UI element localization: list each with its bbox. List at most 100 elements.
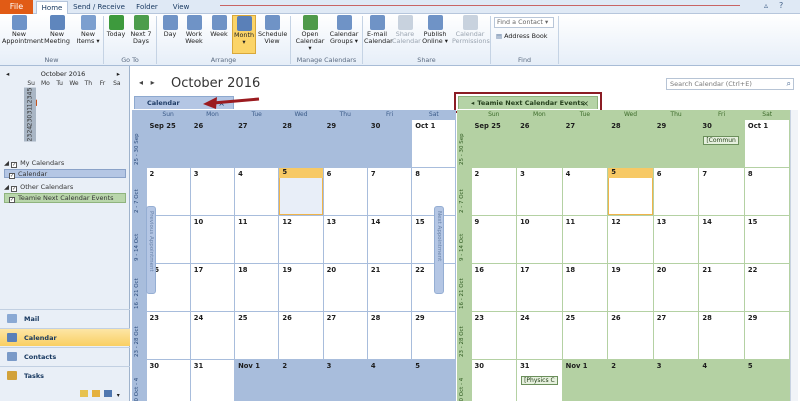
day-cell[interactable]: 29 <box>412 312 456 359</box>
email-calendar-button[interactable]: E-mail Calendar <box>364 15 393 45</box>
day-cell[interactable]: 14 <box>699 216 744 263</box>
day-cell[interactable]: 31 [Physics C <box>517 360 562 401</box>
day-cell[interactable]: 7 <box>367 168 412 215</box>
day-cell[interactable]: Nov 1 <box>235 360 278 401</box>
day-cell[interactable]: 19 <box>608 264 653 311</box>
search-icon[interactable]: ⌕ <box>787 79 791 89</box>
day-cell[interactable]: Nov 1 <box>563 360 608 401</box>
tab-folder[interactable]: Folder <box>130 1 164 14</box>
previous-appointment-button[interactable]: Previous Appointment <box>146 206 156 294</box>
week-range-label[interactable]: 16 - 21 Oct <box>134 266 140 309</box>
day-cell[interactable]: 26 <box>279 312 323 359</box>
other-calendars-group[interactable]: ◢ ✓ Other Calendars <box>4 183 73 192</box>
day-cell[interactable]: 28 <box>279 120 322 167</box>
next-appointment-button[interactable]: Next Appointment <box>434 206 444 294</box>
day-cell[interactable]: 10 <box>190 216 235 263</box>
day-cell[interactable]: 18 <box>235 264 279 311</box>
today-cell-body[interactable] <box>279 178 323 215</box>
day-cell[interactable]: 13 <box>323 216 367 263</box>
week-range-label[interactable]: 16 - 21 Oct <box>459 266 465 309</box>
publish-online-button[interactable]: Publish Online ▾ <box>420 15 450 45</box>
day-cell[interactable]: 3 <box>190 168 235 215</box>
other-calendars-checkbox-icon[interactable]: ✓ <box>11 186 18 192</box>
day-cell[interactable]: 29 <box>324 120 367 167</box>
week-range-label[interactable]: 9 - 14 Oct <box>459 218 465 261</box>
week-range-label[interactable]: 30 Oct - 4 <box>459 362 465 401</box>
next-month-icon[interactable]: ▸ <box>151 78 155 87</box>
day-cell[interactable]: 15 <box>744 216 790 263</box>
day-cell[interactable]: 7 <box>699 168 744 215</box>
day-cell[interactable]: 31 <box>190 360 235 401</box>
day-cell[interactable]: 3 <box>324 360 367 401</box>
month-view-button[interactable]: Month ▾ <box>232 15 256 54</box>
day-cell[interactable]: 22 <box>744 264 790 311</box>
day-cell[interactable]: 23 <box>471 312 517 359</box>
day-cell[interactable]: 24 <box>190 312 235 359</box>
day-cell[interactable]: 18 <box>562 264 608 311</box>
day-cell[interactable]: Oct 1 <box>744 120 790 167</box>
day-cell[interactable]: 17 <box>517 264 562 311</box>
day-cell[interactable]: 28 <box>608 120 653 167</box>
folder-icon[interactable] <box>92 390 101 397</box>
day-cell[interactable]: 12 <box>279 216 323 263</box>
calendar-groups-button[interactable]: Calendar Groups ▾ <box>328 15 360 45</box>
week-range-label[interactable]: 25 - 30 Sep <box>134 122 140 165</box>
nav-tasks-button[interactable]: Tasks <box>0 366 130 384</box>
tab-send-receive[interactable]: Send / Receive <box>72 1 126 14</box>
day-cell[interactable]: 17 <box>190 264 235 311</box>
mini-prev-month-icon[interactable]: ◂ <box>6 70 9 78</box>
help-icon[interactable]: ? <box>779 1 783 10</box>
nav-mail-button[interactable]: Mail <box>0 309 130 327</box>
shortcuts-icon[interactable] <box>104 390 113 397</box>
week-range-label[interactable]: 30 Oct - 4 <box>134 362 140 401</box>
day-cell[interactable]: 2 <box>279 360 322 401</box>
mini-day[interactable]: 31 <box>24 107 36 116</box>
new-meeting-button[interactable]: New Meeting <box>40 15 74 45</box>
minimize-ribbon-icon[interactable]: ▵ <box>764 1 768 10</box>
day-cell[interactable]: 30 <box>146 360 190 401</box>
today-cell-body[interactable] <box>608 178 653 215</box>
day-view-button[interactable]: Day <box>160 15 180 38</box>
day-cell[interactable]: 27 <box>235 120 278 167</box>
day-cell[interactable]: 30 <box>471 360 517 401</box>
calendar-event[interactable]: [Commun <box>703 136 739 145</box>
day-cell[interactable]: 5 <box>608 168 653 215</box>
day-cell[interactable]: Oct 1 <box>412 120 456 167</box>
expand-toggle-icon[interactable]: ◢ <box>4 159 9 167</box>
next-7-days-button[interactable]: Next 7 Days <box>129 15 153 45</box>
notes-icon[interactable] <box>80 390 88 397</box>
new-items-button[interactable]: New Items ▾ <box>76 15 100 45</box>
day-cell[interactable]: 25 <box>562 312 608 359</box>
day-cell[interactable]: 4 <box>368 360 411 401</box>
open-calendar-button[interactable]: Open Calendar ▾ <box>294 15 326 52</box>
day-cell[interactable]: 14 <box>367 216 412 263</box>
day-cell[interactable]: 10 <box>517 216 562 263</box>
mini-day[interactable]: 24 <box>24 126 36 135</box>
new-appointment-button[interactable]: New Appointment <box>2 15 43 45</box>
week-range-label[interactable]: 25 - 30 Sep <box>459 122 465 165</box>
calendar-checkbox-icon[interactable]: ✓ <box>9 173 15 179</box>
nav-contacts-button[interactable]: Contacts <box>0 347 130 365</box>
day-cell[interactable]: 29 <box>744 312 790 359</box>
tab-view[interactable]: View <box>166 1 196 14</box>
schedule-view-button[interactable]: Schedule View <box>258 15 287 45</box>
calendar-event[interactable]: [Physics C <box>521 376 558 385</box>
day-cell[interactable]: Sep 25 <box>472 120 517 167</box>
week-range-label[interactable]: 2 - 7 Oct <box>459 170 465 213</box>
day-cell[interactable]: 8 <box>744 168 790 215</box>
day-cell[interactable]: 4 <box>699 360 744 401</box>
configure-buttons-icon[interactable]: ▾ <box>117 392 120 399</box>
day-cell[interactable]: 27 <box>563 120 608 167</box>
expand-toggle-icon[interactable]: ◢ <box>4 183 9 191</box>
day-cell[interactable]: 3 <box>654 360 699 401</box>
day-cell[interactable]: 26 <box>517 120 562 167</box>
day-cell[interactable]: 29 <box>654 120 699 167</box>
mini-day[interactable]: 2 <box>24 99 36 104</box>
day-cell[interactable]: 25 <box>235 312 279 359</box>
nav-teamie-item[interactable]: ✓ Teamie Next Calendar Events <box>4 193 126 203</box>
day-cell[interactable]: 5 <box>745 360 790 401</box>
day-cell[interactable]: Sep 25 <box>147 120 190 167</box>
teamie-checkbox-icon[interactable]: ✓ <box>9 197 15 203</box>
work-week-button[interactable]: Work Week <box>182 15 206 45</box>
day-cell[interactable]: 23 <box>146 312 190 359</box>
